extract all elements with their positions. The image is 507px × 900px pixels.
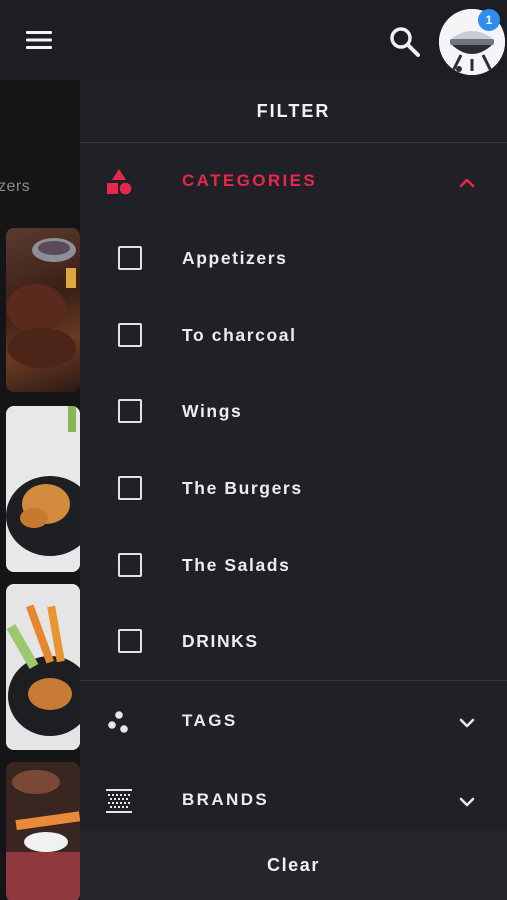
category-item-drinks[interactable]: DRINKS bbox=[80, 611, 507, 671]
category-item-label: The Salads bbox=[182, 554, 291, 575]
section-tags-header[interactable]: TAGS bbox=[80, 691, 507, 751]
notification-badge: 1 bbox=[478, 9, 500, 31]
chevron-down-icon bbox=[459, 797, 475, 807]
category-item-the-burgers[interactable]: The Burgers bbox=[80, 458, 507, 518]
category-item-label: The Burgers bbox=[182, 477, 303, 498]
checkbox[interactable] bbox=[118, 323, 142, 347]
chevron-down-icon bbox=[459, 718, 475, 728]
barcode-icon bbox=[106, 789, 132, 813]
section-categories-header[interactable]: CATEGORIES bbox=[80, 151, 507, 211]
hamburger-menu-icon[interactable] bbox=[20, 22, 60, 58]
divider bbox=[80, 680, 507, 681]
product-thumbnail bbox=[6, 228, 80, 392]
category-item-the-salads[interactable]: The Salads bbox=[80, 535, 507, 595]
category-item-label: Appetizers bbox=[182, 247, 288, 268]
dots-icon bbox=[108, 711, 128, 733]
checkbox[interactable] bbox=[118, 246, 142, 270]
checkbox[interactable] bbox=[118, 399, 142, 423]
category-item-label: Wings bbox=[182, 400, 243, 421]
category-item-to-charcoal[interactable]: To charcoal bbox=[80, 305, 507, 365]
filter-drawer: FILTER CATEGORIES Appetizers To charcoal… bbox=[80, 80, 507, 900]
chevron-up-icon bbox=[459, 178, 475, 188]
app-bar: 1 bbox=[0, 0, 507, 80]
category-item-label: DRINKS bbox=[182, 630, 259, 651]
product-thumbnail bbox=[6, 584, 80, 750]
search-icon[interactable] bbox=[383, 20, 427, 64]
section-categories-label: CATEGORIES bbox=[182, 171, 318, 190]
section-tags-label: TAGS bbox=[182, 711, 238, 730]
shapes-icon bbox=[107, 169, 132, 195]
checkbox[interactable] bbox=[118, 553, 142, 577]
checkbox[interactable] bbox=[118, 476, 142, 500]
section-brands-label: BRANDS bbox=[182, 790, 270, 809]
section-brands-header[interactable]: BRANDS bbox=[80, 770, 507, 830]
divider bbox=[80, 142, 507, 143]
category-item-wings[interactable]: Wings bbox=[80, 381, 507, 441]
checkbox[interactable] bbox=[118, 629, 142, 653]
category-item-appetizers[interactable]: Appetizers bbox=[80, 228, 507, 288]
background-category-label: zers bbox=[0, 178, 31, 195]
drawer-title: FILTER bbox=[256, 100, 331, 121]
category-item-label: To charcoal bbox=[182, 324, 297, 345]
product-thumbnail bbox=[6, 406, 80, 572]
clear-button[interactable]: Clear bbox=[80, 830, 507, 900]
background-product-list: zers bbox=[0, 80, 80, 900]
product-thumbnail bbox=[6, 762, 80, 900]
